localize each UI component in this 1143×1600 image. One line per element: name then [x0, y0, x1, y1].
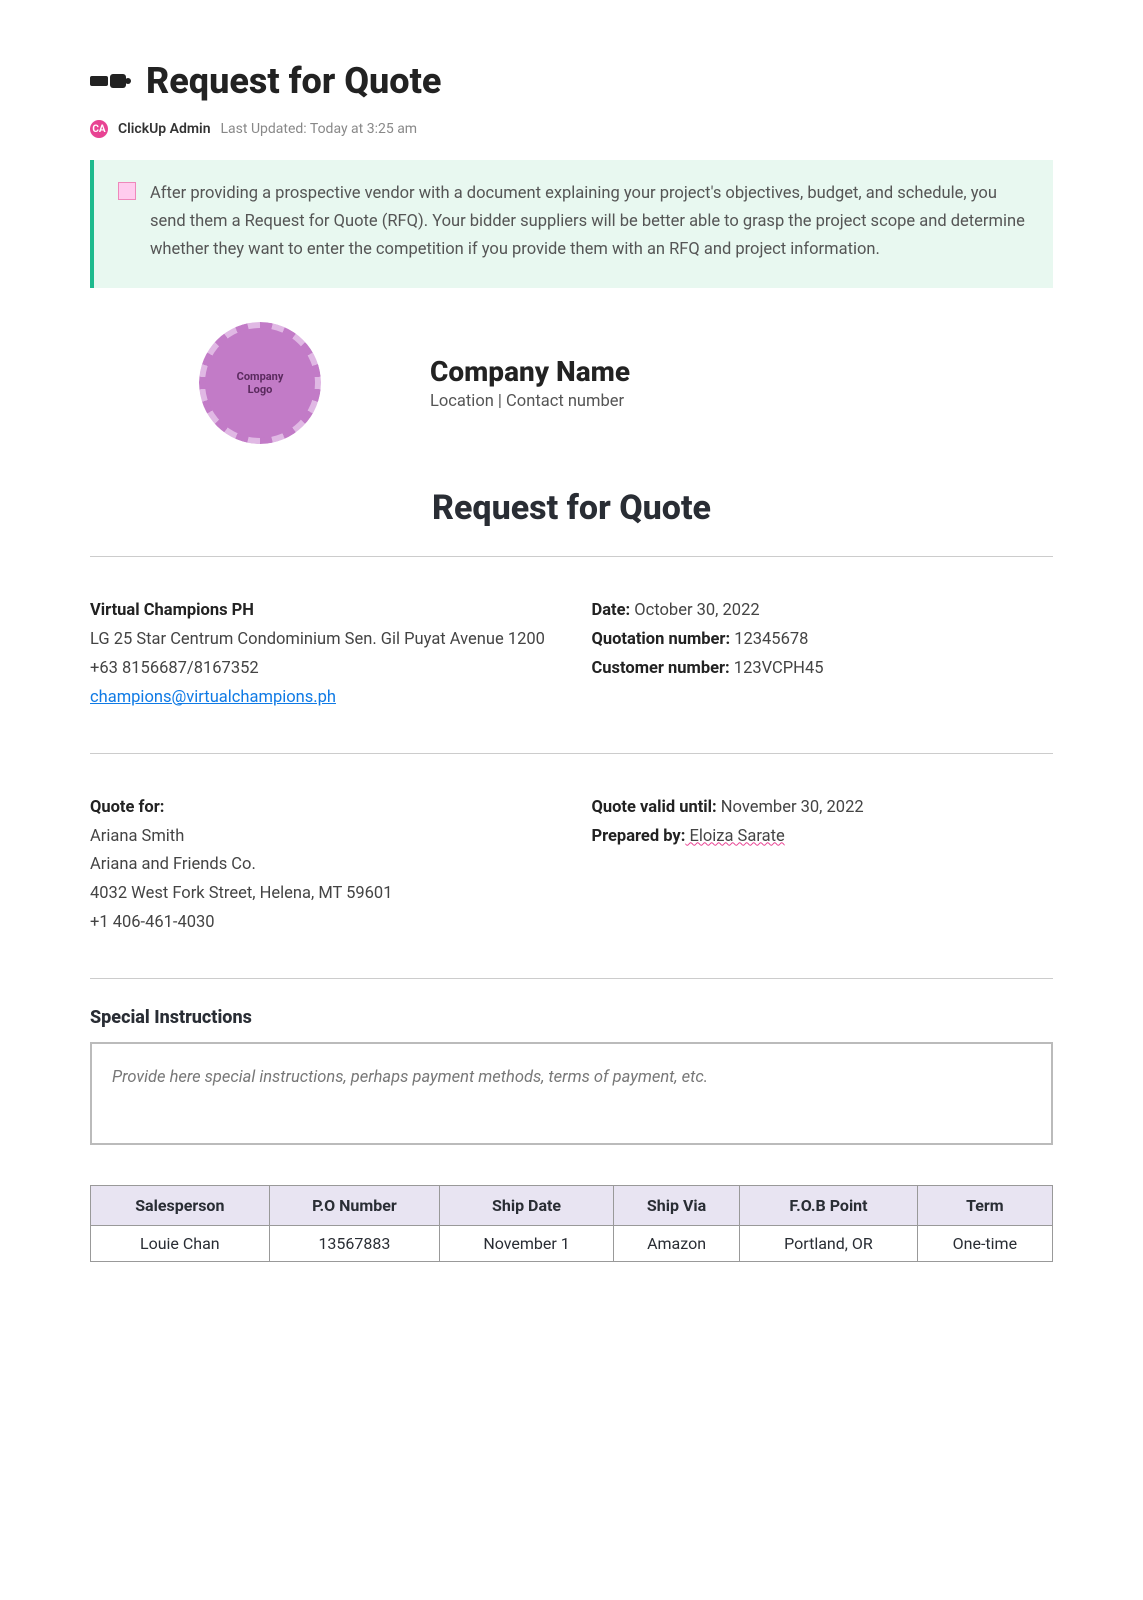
- vendor-quote-row: Virtual Champions PH LG 25 Star Centrum …: [90, 569, 1053, 741]
- vendor-address: LG 25 Star Centrum Condominium Sen. Gil …: [90, 626, 552, 655]
- qnum-label: Quotation number:: [592, 630, 731, 649]
- company-logo-badge: Company Logo: [205, 328, 315, 438]
- date-label: Date:: [592, 601, 631, 620]
- td-ship-date: November 1: [440, 1226, 614, 1262]
- td-term: One-time: [917, 1226, 1052, 1262]
- quote-for-phone: +1 406-461-4030: [90, 909, 552, 938]
- quote-for-name: Ariana Smith: [90, 823, 552, 852]
- th-ship-via: Ship Via: [613, 1186, 739, 1226]
- author-name: ClickUp Admin: [118, 121, 211, 137]
- th-term: Term: [917, 1186, 1052, 1226]
- logo-text-2: Logo: [248, 383, 273, 396]
- logo-column: Company Logo: [90, 328, 430, 438]
- qnum-value: 12345678: [730, 630, 808, 649]
- cnum-label: Customer number:: [592, 659, 730, 678]
- th-po-number: P.O Number: [269, 1186, 440, 1226]
- quote-for-label: Quote for:: [90, 798, 164, 817]
- table-header-row: Salesperson P.O Number Ship Date Ship Vi…: [91, 1186, 1053, 1226]
- divider: [90, 753, 1053, 754]
- th-fob-point: F.O.B Point: [740, 1186, 918, 1226]
- cnum-value: 123VCPH45: [730, 659, 824, 678]
- author-avatar[interactable]: CA: [90, 120, 108, 138]
- shipping-table: Salesperson P.O Number Ship Date Ship Vi…: [90, 1185, 1053, 1262]
- vendor-col: Virtual Champions PH LG 25 Star Centrum …: [90, 597, 552, 713]
- company-info: Company Name Location | Contact number: [430, 355, 1053, 411]
- doc-emoji-icon: [90, 70, 134, 92]
- company-sub: Location | Contact number: [430, 392, 1053, 411]
- divider: [90, 556, 1053, 557]
- th-ship-date: Ship Date: [440, 1186, 614, 1226]
- instructions-box[interactable]: Provide here special instructions, perha…: [90, 1042, 1053, 1145]
- quote-for-col: Quote for: Ariana Smith Ariana and Frien…: [90, 794, 552, 938]
- td-fob-point: Portland, OR: [740, 1226, 918, 1262]
- vendor-email-link[interactable]: champions@virtualchampions.ph: [90, 688, 336, 707]
- vendor-phone: +63 8156687/8167352: [90, 655, 552, 684]
- page-title: Request for Quote: [146, 60, 441, 102]
- td-salesperson: Louie Chan: [91, 1226, 270, 1262]
- title-row: Request for Quote: [90, 60, 1053, 102]
- quote-info-col: Date: October 30, 2022 Quotation number:…: [592, 597, 1054, 713]
- valid-label: Quote valid until:: [592, 798, 717, 817]
- logo-text-1: Company: [237, 370, 284, 383]
- callout-text: After providing a prospective vendor wit…: [150, 180, 1025, 264]
- info-callout: After providing a prospective vendor wit…: [90, 160, 1053, 288]
- quote-for-address: 4032 West Fork Street, Helena, MT 59601: [90, 880, 552, 909]
- date-value: October 30, 2022: [630, 601, 759, 620]
- quotefor-valid-row: Quote for: Ariana Smith Ariana and Frien…: [90, 766, 1053, 966]
- last-updated: Last Updated: Today at 3:25 am: [221, 121, 418, 137]
- instructions-heading: Special Instructions: [90, 1007, 1053, 1028]
- quote-for-company: Ariana and Friends Co.: [90, 851, 552, 880]
- prep-label: Prepared by:: [592, 827, 686, 846]
- company-row: Company Logo Company Name Location | Con…: [90, 328, 1053, 438]
- th-salesperson: Salesperson: [91, 1186, 270, 1226]
- table-row: Louie Chan 13567883 November 1 Amazon Po…: [91, 1226, 1053, 1262]
- valid-value: November 30, 2022: [717, 798, 864, 817]
- td-po-number: 13567883: [269, 1226, 440, 1262]
- section-title: Request for Quote: [90, 488, 1053, 528]
- callout-icon: [118, 182, 136, 200]
- divider: [90, 978, 1053, 979]
- valid-col: Quote valid until: November 30, 2022 Pre…: [592, 794, 1054, 938]
- prep-value: Eloiza Sarate: [685, 827, 784, 846]
- vendor-name: Virtual Champions PH: [90, 601, 254, 620]
- td-ship-via: Amazon: [613, 1226, 739, 1262]
- document-header: Request for Quote CA ClickUp Admin Last …: [90, 60, 1053, 138]
- meta-row: CA ClickUp Admin Last Updated: Today at …: [90, 120, 1053, 138]
- company-name: Company Name: [430, 355, 1053, 388]
